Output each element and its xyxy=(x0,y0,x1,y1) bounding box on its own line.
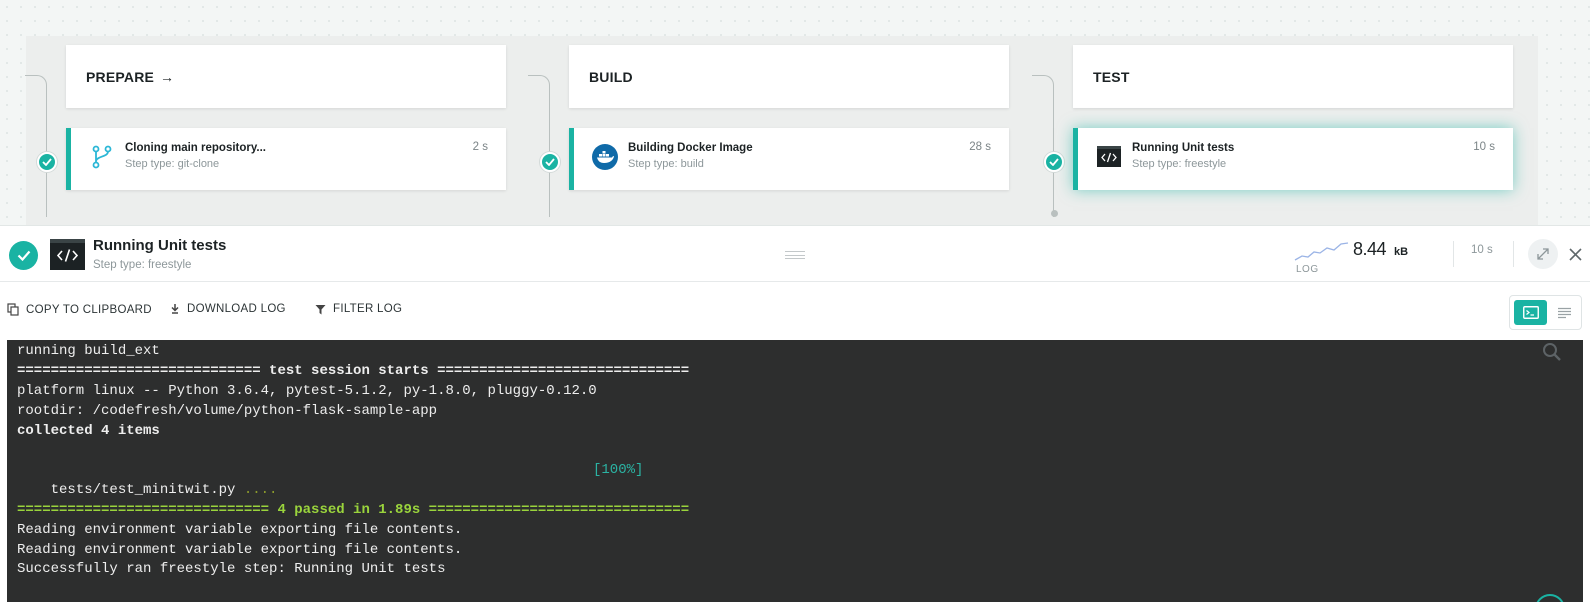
resize-handle[interactable] xyxy=(785,251,805,259)
divider xyxy=(1453,241,1454,267)
log-size-unit: kB xyxy=(1394,246,1409,258)
log-line: running build_ext xyxy=(17,343,160,359)
step-duration: 10 s xyxy=(1473,141,1495,153)
stage-header-prepare[interactable]: PREPARE → xyxy=(66,45,506,108)
log-line: Successfully ran freestyle step: Running… xyxy=(17,561,446,577)
log-console[interactable]: running build_ext ======================… xyxy=(7,340,1583,602)
filter-icon xyxy=(315,304,326,314)
step-title: Running Unit tests xyxy=(1132,142,1235,154)
expand-button[interactable] xyxy=(1528,239,1558,269)
step-success-icon xyxy=(540,152,560,172)
test-file: tests/test_minitwit.py xyxy=(50,482,244,498)
copy-icon xyxy=(7,303,19,316)
log-toolbar: COPY TO CLIPBOARD DOWNLOAD LOG FILTER LO… xyxy=(0,283,1590,338)
log-line: ============================= test sessi… xyxy=(17,363,690,379)
divider xyxy=(1513,241,1514,267)
search-icon[interactable] xyxy=(1542,342,1562,362)
step-type: Step type: git-clone xyxy=(125,158,220,170)
stage-header-build[interactable]: BUILD xyxy=(569,45,1009,108)
step-success-icon xyxy=(1044,152,1064,172)
log-line: ============================== 4 passed … xyxy=(17,502,690,518)
copy-label: COPY TO CLIPBOARD xyxy=(26,303,152,316)
log-size: 8.44 xyxy=(1353,239,1387,259)
stage-label: TEST xyxy=(1093,68,1130,85)
log-line: tests/test_minitwit.py .... [100%] xyxy=(17,460,657,498)
terminal-view-icon xyxy=(1522,306,1539,319)
log-line: collected 4 items xyxy=(17,423,160,439)
copy-to-clipboard-button[interactable]: COPY TO CLIPBOARD xyxy=(7,303,152,316)
connector-end-dot xyxy=(1051,210,1058,217)
step-type: Step type: freestyle xyxy=(1132,158,1227,170)
scroll-to-bottom-button[interactable] xyxy=(1535,594,1565,602)
log-line: Reading environment variable exporting f… xyxy=(17,522,463,538)
log-line: Reading environment variable exporting f… xyxy=(17,542,463,558)
download-label: DOWNLOAD LOG xyxy=(187,303,286,315)
step-title: Running Unit tests xyxy=(93,237,227,254)
stage-connector xyxy=(1032,75,1054,217)
close-icon xyxy=(1568,247,1582,261)
stage-label: PREPARE xyxy=(86,68,155,85)
test-progress: [100%] xyxy=(593,462,644,478)
docker-icon xyxy=(592,144,618,170)
arrow-right-icon: → xyxy=(160,68,175,85)
git-branch-icon xyxy=(92,145,112,169)
step-success-icon xyxy=(37,152,57,172)
close-button[interactable] xyxy=(1565,242,1585,266)
step-detail-header: Running Unit tests Step type: freestyle … xyxy=(0,227,1590,282)
log-line: rootdir: /codefresh/volume/python-flask-… xyxy=(17,403,438,419)
step-title: Cloning main repository... xyxy=(125,142,266,154)
step-card-clone[interactable]: Cloning main repository... Step type: gi… xyxy=(66,128,506,190)
log-line: platform linux -- Python 3.6.4, pytest-5… xyxy=(17,383,597,399)
test-dots: .... xyxy=(243,482,278,498)
step-success-icon xyxy=(9,241,38,270)
stage-connector xyxy=(25,75,47,217)
text-lines-icon xyxy=(1558,307,1571,318)
terminal-icon xyxy=(50,239,85,270)
step-card-unit-tests[interactable]: Running Unit tests Step type: freestyle … xyxy=(1073,128,1513,190)
step-duration: 2 s xyxy=(472,141,488,153)
step-type: Step type: build xyxy=(628,158,704,170)
text-view-button[interactable] xyxy=(1552,300,1577,325)
pipeline-view: PREPARE → Cloning main repository... Ste… xyxy=(0,0,1590,226)
stage-label: BUILD xyxy=(589,68,633,85)
filter-label: FILTER LOG xyxy=(333,303,403,315)
step-card-build[interactable]: Building Docker Image Step type: build 2… xyxy=(569,128,1009,190)
download-log-button[interactable]: DOWNLOAD LOG xyxy=(170,303,286,315)
log-view-toggle xyxy=(1509,295,1582,330)
filter-log-button[interactable]: FILTER LOG xyxy=(315,303,402,315)
log-label: LOG xyxy=(1296,264,1319,275)
stage-connector xyxy=(528,75,550,217)
step-duration: 28 s xyxy=(969,141,991,153)
terminal-icon xyxy=(1097,146,1121,167)
download-icon xyxy=(171,304,179,314)
step-duration: 10 s xyxy=(1471,244,1493,256)
step-title: Building Docker Image xyxy=(628,142,753,154)
expand-icon xyxy=(1537,248,1549,260)
log-sparkline-icon xyxy=(1294,242,1349,261)
stage-header-test[interactable]: TEST xyxy=(1073,45,1513,108)
step-type: Step type: freestyle xyxy=(93,259,192,271)
terminal-view-button[interactable] xyxy=(1514,300,1547,325)
